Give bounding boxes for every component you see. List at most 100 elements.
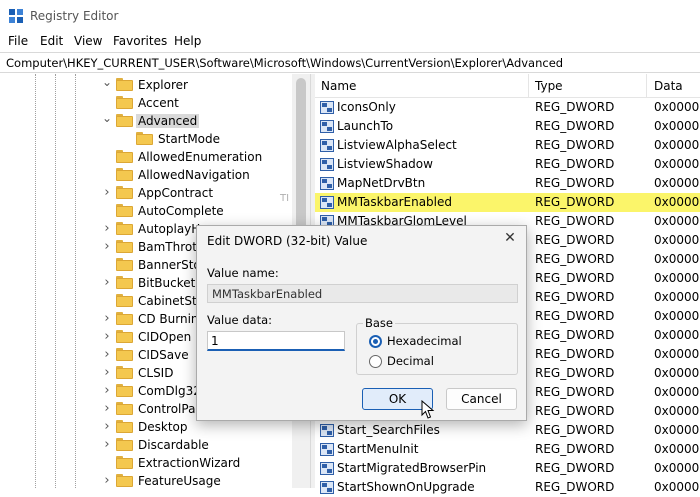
tree-item-label[interactable]: Advanced — [136, 114, 200, 128]
value-name-cell[interactable]: MMTaskbarEnabled — [337, 195, 527, 209]
value-name-cell[interactable]: StartMenuInit — [337, 442, 527, 456]
value-name-cell[interactable]: ListviewShadow — [337, 157, 527, 171]
value-name-cell[interactable]: LaunchTo — [337, 119, 527, 133]
tree-item[interactable]: StartMode — [0, 130, 292, 148]
expand-chevron-icon[interactable]: › — [102, 348, 112, 362]
tree-item-label[interactable]: AutoComplete — [136, 204, 226, 218]
tree-item[interactable]: ⌄ Advanced — [0, 112, 292, 130]
tree-item-label[interactable]: CIDSave — [136, 348, 191, 362]
address-path[interactable]: Computer\HKEY_CURRENT_USER\Software\Micr… — [6, 56, 563, 70]
tree-item[interactable]: ⌄ Explorer — [0, 76, 292, 94]
tree-item-label[interactable]: StartMode — [156, 132, 222, 146]
value-name-field: MMTaskbarEnabled — [207, 284, 518, 303]
folder-icon — [116, 186, 133, 199]
cancel-button[interactable]: Cancel — [446, 388, 517, 410]
value-data-cell: 0x000000 — [654, 423, 700, 437]
value-name-cell[interactable]: ListviewAlphaSelect — [337, 138, 527, 152]
dword-value-icon — [320, 158, 334, 171]
value-name-cell[interactable]: StartShownOnUpgrade — [337, 480, 527, 494]
tree-item-label[interactable]: Accent — [136, 96, 181, 110]
folder-icon — [116, 258, 133, 271]
registry-value-row[interactable]: Start_SearchFiles REG_DWORD 0x000000 — [315, 421, 700, 440]
registry-value-row[interactable]: IconsOnly REG_DWORD 0x000000 — [315, 98, 700, 117]
registry-value-row[interactable]: StartMenuInit REG_DWORD 0x000000 — [315, 440, 700, 459]
folder-icon — [116, 420, 133, 433]
decimal-label[interactable]: Decimal — [387, 354, 434, 368]
tree-item-label[interactable]: BitBucket — [136, 276, 197, 290]
tree-item-label[interactable]: CIDOpen — [136, 330, 193, 344]
value-type-cell: REG_DWORD — [535, 214, 615, 228]
folder-icon — [116, 294, 133, 307]
expand-chevron-icon[interactable]: › — [102, 186, 112, 200]
column-header-name[interactable]: Name — [321, 79, 356, 93]
tree-item-label[interactable]: Discardable — [136, 438, 211, 452]
expand-chevron-icon[interactable]: › — [102, 420, 112, 434]
column-separator[interactable] — [528, 74, 529, 98]
tree-item-label[interactable]: AllowedEnumeration — [136, 150, 264, 164]
registry-value-row[interactable]: ListviewAlphaSelect REG_DWORD 0x000000 — [315, 136, 700, 155]
tree-item[interactable]: AutoComplete — [0, 202, 292, 220]
value-name-cell[interactable]: StartMigratedBrowserPin — [337, 461, 527, 475]
registry-value-row[interactable]: ListviewShadow REG_DWORD 0x000000 — [315, 155, 700, 174]
tree-item[interactable]: AllowedNavigation — [0, 166, 292, 184]
menu-help[interactable]: Help — [174, 34, 201, 48]
column-separator[interactable] — [646, 74, 647, 98]
value-name-cell[interactable]: Start_SearchFiles — [337, 423, 527, 437]
registry-value-row[interactable]: MMTaskbarEnabled REG_DWORD 0x000000 — [315, 193, 700, 212]
registry-value-row[interactable]: LaunchTo REG_DWORD 0x000000 — [315, 117, 700, 136]
expand-chevron-icon[interactable]: › — [102, 366, 112, 380]
tree-item[interactable]: › Discardable — [0, 436, 292, 454]
tree-item[interactable]: Accent — [0, 94, 292, 112]
value-data-cell: 0x000000 — [654, 309, 700, 323]
collapse-chevron-icon[interactable]: ⌄ — [102, 112, 112, 128]
tree-item-label[interactable]: FeatureUsage — [136, 474, 223, 488]
menu-favorites[interactable]: Favorites — [113, 34, 167, 48]
expand-chevron-icon[interactable]: › — [102, 312, 112, 326]
tree-item[interactable]: › FeatureUsage — [0, 472, 292, 489]
watermark: TI — [280, 193, 290, 204]
expand-chevron-icon[interactable]: › — [102, 276, 112, 290]
dword-value-icon — [320, 101, 334, 114]
tree-item[interactable]: ExtractionWizard — [0, 454, 292, 472]
dialog-close-icon[interactable]: ✕ — [502, 230, 518, 248]
column-header-type[interactable]: Type — [535, 79, 563, 93]
value-data-input[interactable]: 1 — [207, 331, 345, 351]
value-name-cell[interactable]: IconsOnly — [337, 100, 527, 114]
value-name-cell[interactable]: MapNetDrvBtn — [337, 176, 527, 190]
column-header-data[interactable]: Data — [654, 79, 683, 93]
expand-chevron-icon[interactable]: › — [102, 384, 112, 398]
menu-view[interactable]: View — [74, 34, 102, 48]
value-type-cell: REG_DWORD — [535, 366, 615, 380]
tree-item-label[interactable]: CLSID — [136, 366, 175, 380]
expand-chevron-icon[interactable]: › — [102, 438, 112, 452]
registry-value-row[interactable]: StartMigratedBrowserPin REG_DWORD 0x000000 — [315, 459, 700, 478]
expand-chevron-icon[interactable]: › — [102, 330, 112, 344]
tree-item[interactable]: › AppContract — [0, 184, 292, 202]
tree-item-label[interactable]: AppContract — [136, 186, 215, 200]
value-type-cell: REG_DWORD — [535, 195, 615, 209]
tree-item-label[interactable]: ControlPan — [136, 402, 205, 416]
value-data-cell: 0x000000 — [654, 100, 700, 114]
tree-item-label[interactable]: ComDlg32 — [136, 384, 203, 398]
decimal-radio[interactable] — [369, 355, 382, 368]
registry-value-row[interactable]: MapNetDrvBtn REG_DWORD 0x000000 — [315, 174, 700, 193]
hexadecimal-radio[interactable] — [369, 335, 382, 348]
menu-file[interactable]: File — [8, 34, 28, 48]
dword-value-icon — [320, 424, 334, 437]
collapse-chevron-icon[interactable]: ⌄ — [102, 76, 112, 92]
tree-item-label[interactable]: ExtractionWizard — [136, 456, 242, 470]
expand-chevron-icon[interactable]: › — [102, 240, 112, 254]
tree-item[interactable]: AllowedEnumeration — [0, 148, 292, 166]
folder-icon — [116, 402, 133, 415]
menu-edit[interactable]: Edit — [40, 34, 63, 48]
tree-item-label[interactable]: AllowedNavigation — [136, 168, 252, 182]
tree-item-label[interactable]: Desktop — [136, 420, 190, 434]
tree-item-label[interactable]: Explorer — [136, 78, 190, 92]
expand-chevron-icon[interactable]: › — [102, 222, 112, 236]
expand-chevron-icon[interactable]: › — [102, 402, 112, 416]
value-data-text[interactable]: 1 — [211, 334, 219, 348]
hexadecimal-label[interactable]: Hexadecimal — [387, 334, 462, 348]
address-bar[interactable]: Computer\HKEY_CURRENT_USER\Software\Micr… — [0, 52, 700, 73]
menu-bar: File Edit View Favorites Help — [0, 32, 700, 52]
expand-chevron-icon[interactable]: › — [102, 474, 112, 488]
